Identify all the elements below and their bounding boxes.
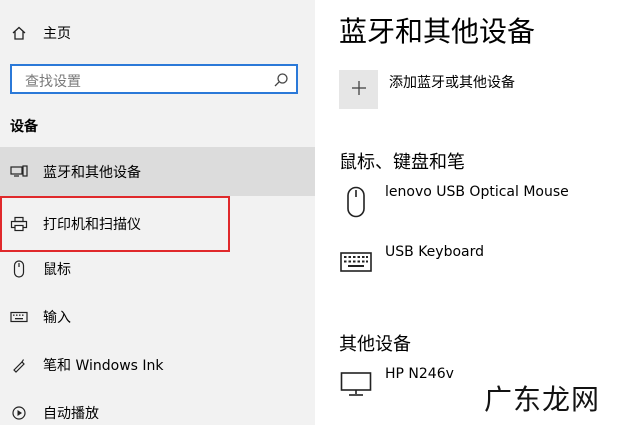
watermark: 广东龙网 [484,383,601,416]
search-input[interactable]: 查找设置 [25,71,81,91]
pen-icon [10,356,28,374]
sidebar-item-label: 笔和 Windows Ink [43,358,164,374]
add-device-button[interactable] [339,70,378,109]
home-icon [10,24,28,42]
page-title: 蓝牙和其他设备 [339,15,536,48]
bluetooth-devices-icon [10,163,28,181]
sidebar-item-input[interactable]: 输入 [0,304,315,330]
device-item-keyboard[interactable]: USB Keyboard [339,244,609,284]
device-item-mouse[interactable]: lenovo USB Optical Mouse [339,184,609,224]
mouse-icon [339,184,373,220]
sidebar: 主页 查找设置 设备 蓝牙和其他设备 打印机和扫描仪 鼠标 输入 笔和 Wind… [0,0,315,425]
search-icon[interactable] [273,72,289,88]
sidebar-item-autoplay[interactable]: 自动播放 [0,400,315,425]
sidebar-item-bluetooth[interactable]: 蓝牙和其他设备 [0,147,315,196]
device-name: USB Keyboard [385,244,484,260]
sidebar-item-mouse[interactable]: 鼠标 [0,256,315,282]
plus-icon [350,79,368,101]
sidebar-item-printers[interactable]: 打印机和扫描仪 [0,196,315,252]
mouse-icon [10,260,28,278]
section-title: 设备 [10,119,38,135]
device-name: HP N246v [385,366,454,382]
sidebar-item-home[interactable]: 主页 [0,20,315,46]
section-heading-other-devices: 其他设备 [339,334,411,355]
sidebar-item-label: 输入 [43,310,71,326]
autoplay-icon [10,404,28,422]
printer-icon [10,215,28,233]
sidebar-item-label: 蓝牙和其他设备 [43,164,141,181]
sidebar-item-label: 自动播放 [43,406,99,422]
section-heading-input-devices: 鼠标、键盘和笔 [339,152,465,173]
sidebar-item-label: 鼠标 [43,262,71,278]
sidebar-item-label: 打印机和扫描仪 [43,217,141,233]
search-box[interactable]: 查找设置 [10,64,298,94]
device-name: lenovo USB Optical Mouse [385,184,569,200]
keyboard-icon [339,244,373,280]
keyboard-icon [10,308,28,326]
monitor-icon [339,366,373,402]
add-device-label[interactable]: 添加蓝牙或其他设备 [389,72,515,92]
sidebar-item-pen[interactable]: 笔和 Windows Ink [0,352,315,378]
sidebar-item-label: 主页 [43,26,71,42]
